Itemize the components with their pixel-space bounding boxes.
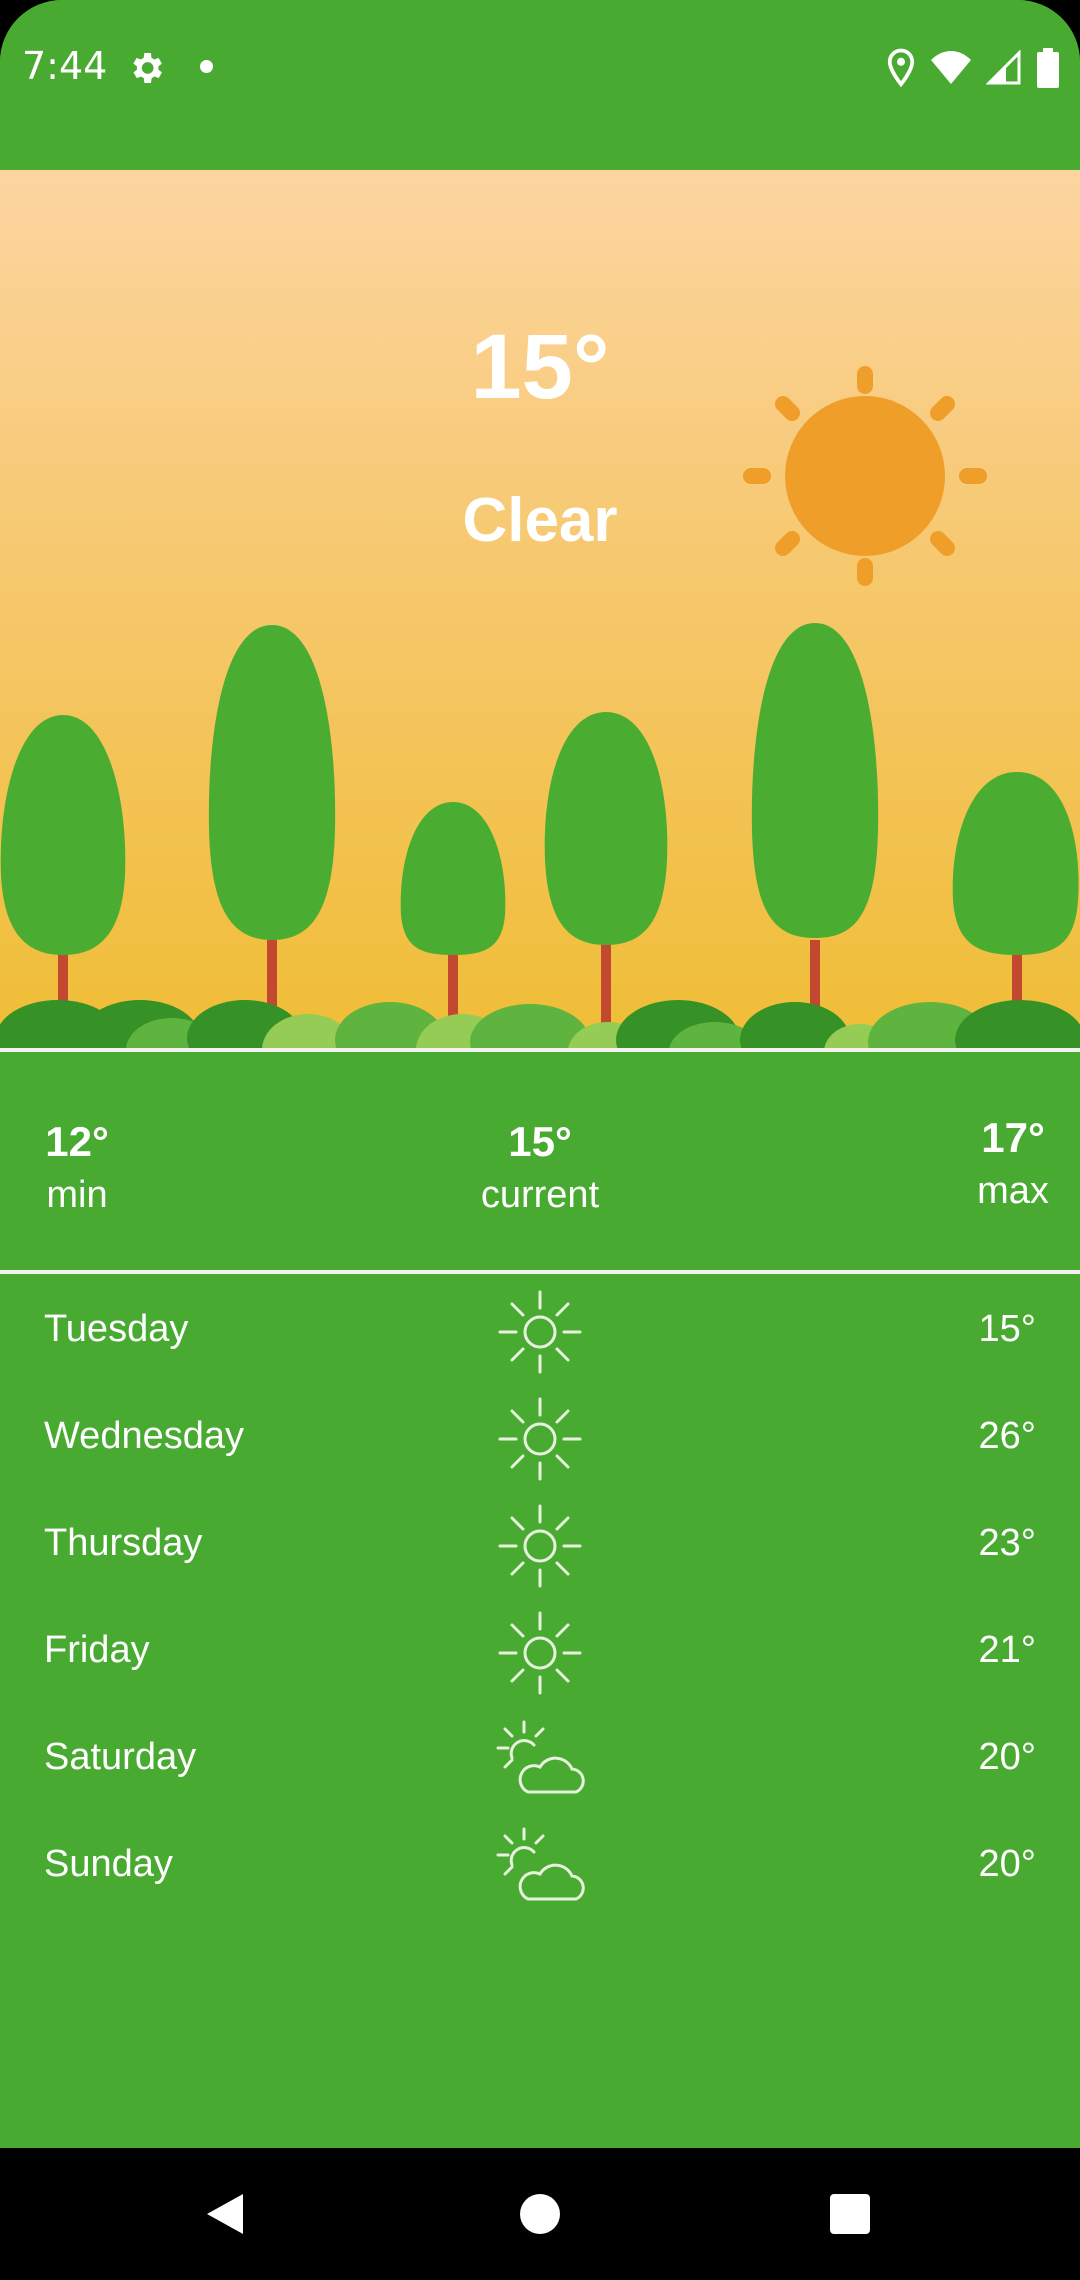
tree-canopies <box>0 623 1079 955</box>
max-temp-label: max <box>977 1170 1049 1212</box>
forecast-row[interactable]: Thursday 23° <box>0 1492 1080 1598</box>
forecast-temp: 23° <box>978 1522 1036 1564</box>
current-temp-label: current <box>480 1174 600 1216</box>
min-temp-label: min <box>46 1174 108 1216</box>
divider <box>0 1270 1080 1274</box>
hero-weather-scene: 15° Clear <box>0 170 1080 1050</box>
hero-temperature: 15° <box>470 316 610 418</box>
summary-current: 15° current <box>460 1118 620 1217</box>
sunny-icon <box>498 1397 582 1481</box>
weather-screen: 7:44 15° Clear 12° min 15° current 17° m… <box>0 0 1080 2280</box>
sunny-icon <box>498 1611 582 1695</box>
forecast-day: Wednesday <box>44 1415 244 1457</box>
summary-min: 12° min <box>32 1118 122 1217</box>
navigation-bar <box>0 2148 1080 2280</box>
partly-cloudy-icon <box>496 1720 585 1794</box>
cell-signal-icon <box>986 50 1021 85</box>
notification-dot-icon <box>200 60 213 73</box>
forecast-day: Sunday <box>44 1843 173 1885</box>
forecast-temp: 26° <box>978 1415 1036 1457</box>
status-bar: 7:44 <box>0 0 1080 170</box>
landscape-illustration <box>0 366 1080 1050</box>
bushes <box>0 1000 1080 1050</box>
forecast-row[interactable]: Saturday 20° <box>0 1706 1080 1812</box>
forecast-temp: 20° <box>978 1736 1036 1778</box>
battery-icon <box>1037 48 1059 88</box>
forecast-day: Saturday <box>44 1736 197 1778</box>
divider <box>0 1048 1080 1052</box>
sunny-icon <box>498 1290 582 1374</box>
location-pin-icon <box>887 48 915 88</box>
forecast-day: Thursday <box>44 1522 203 1564</box>
forecast-temp: 15° <box>978 1308 1036 1350</box>
status-time: 7:44 <box>22 44 108 88</box>
wifi-icon <box>931 51 971 84</box>
gear-icon <box>133 53 162 83</box>
current-temp-value: 15° <box>508 1118 572 1165</box>
recents-icon[interactable] <box>820 2184 880 2244</box>
back-icon[interactable] <box>195 2184 255 2244</box>
forecast-row[interactable]: Friday 21° <box>0 1599 1080 1705</box>
forecast-row[interactable]: Sunday 20° <box>0 1813 1080 1919</box>
forecast-row[interactable]: Tuesday 15° <box>0 1278 1080 1384</box>
forecast-row[interactable]: Wednesday 26° <box>0 1385 1080 1491</box>
partly-cloudy-icon <box>496 1827 585 1901</box>
home-icon[interactable] <box>510 2184 570 2244</box>
min-temp-value: 12° <box>45 1118 109 1165</box>
max-temp-value: 17° <box>981 1114 1045 1161</box>
summary-max: 17° max <box>966 1114 1060 1213</box>
forecast-day: Tuesday <box>44 1308 189 1350</box>
sunny-icon <box>498 1504 582 1588</box>
forecast-temp: 21° <box>978 1629 1036 1671</box>
forecast-day: Friday <box>44 1629 150 1671</box>
hero-condition: Clear <box>462 486 618 555</box>
status-icons <box>886 46 1060 90</box>
forecast-temp: 20° <box>978 1843 1036 1885</box>
